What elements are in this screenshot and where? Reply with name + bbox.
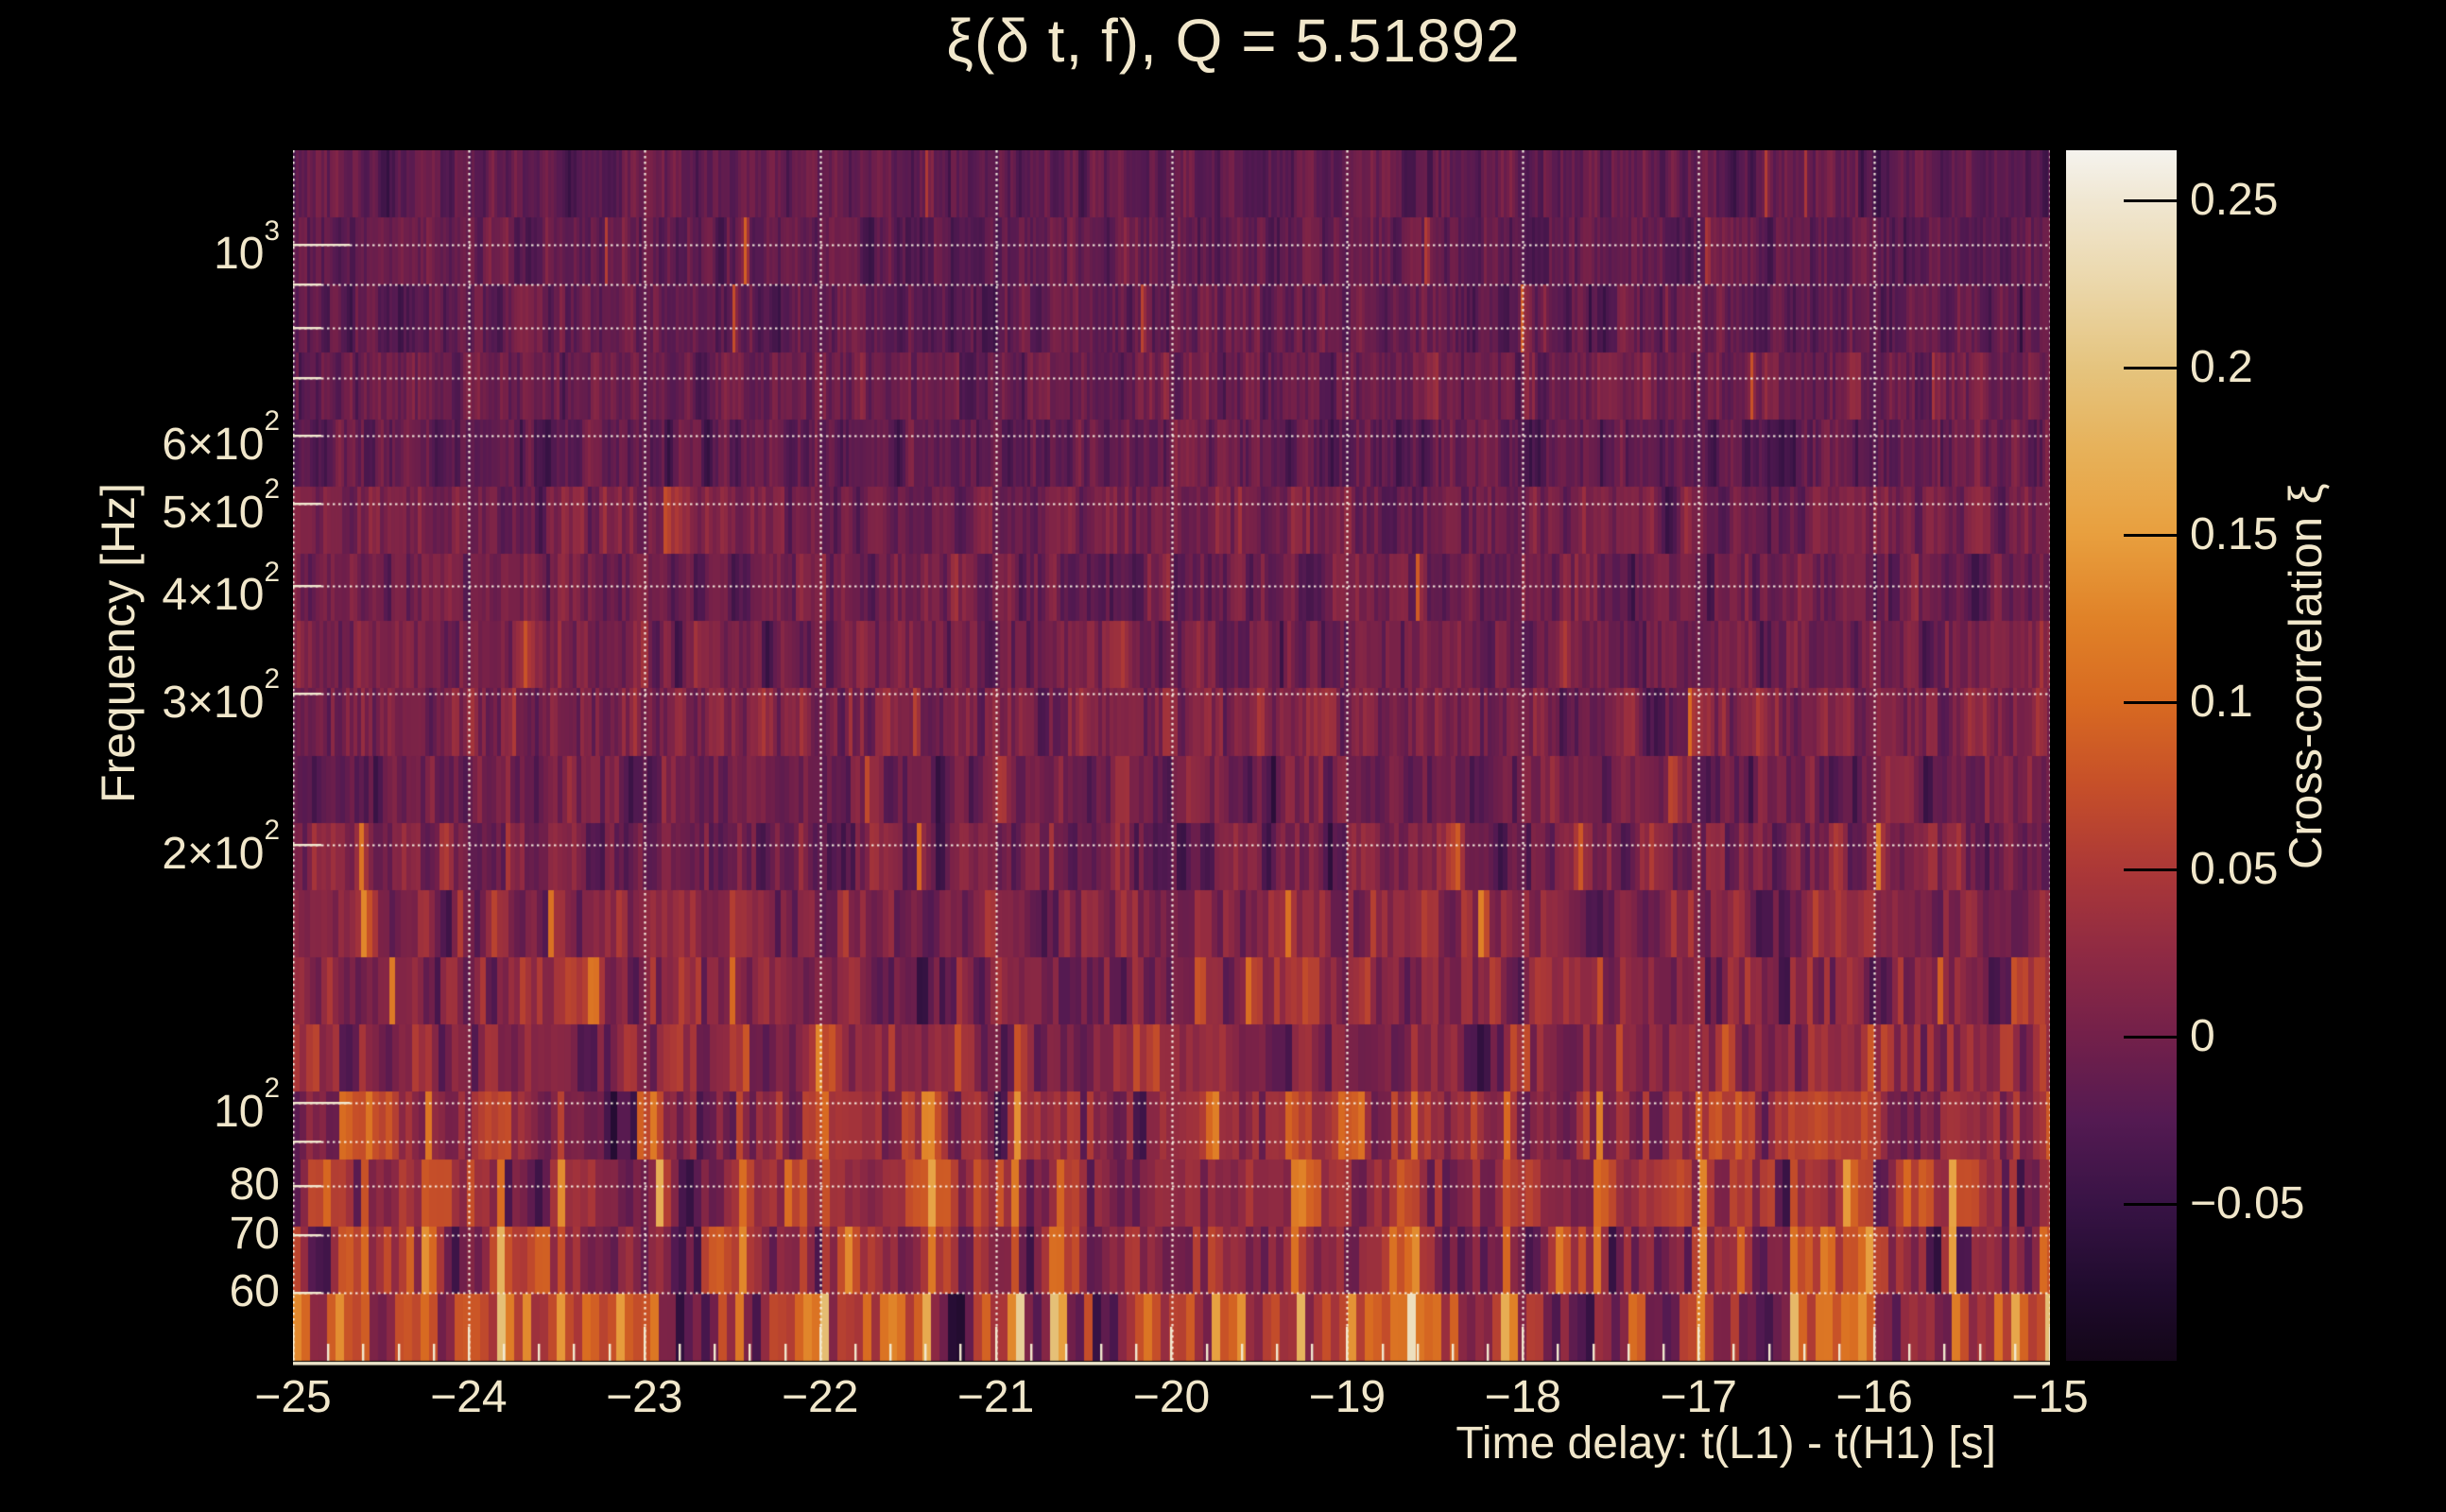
y-tick-label: 70 <box>38 1209 280 1260</box>
x-tick-label: −25 <box>198 1372 388 1423</box>
qtransform-figure: ξ(δ t, f), Q = 5.51892 Frequency [Hz] 10… <box>0 0 2446 1512</box>
y-tick-label: 5×102 <box>38 477 280 528</box>
colorbar-tickmark <box>2124 199 2177 202</box>
x-tick-label: −20 <box>1077 1372 1266 1423</box>
x-tick-label: −22 <box>726 1372 915 1423</box>
x-tick-label: −21 <box>902 1372 1091 1423</box>
heatmap-canvas <box>293 150 2050 1366</box>
y-tick-label: 60 <box>38 1266 280 1317</box>
y-tick-label: 80 <box>38 1160 280 1211</box>
colorbar-gradient <box>2066 150 2177 1361</box>
x-tick-label: −19 <box>1252 1372 1441 1423</box>
y-tick-label: 3×102 <box>38 667 280 718</box>
colorbar-tickmark <box>2124 868 2177 871</box>
y-tick-label: 2×102 <box>38 818 280 869</box>
colorbar-tickmark <box>2124 367 2177 369</box>
x-axis-title: Time delay: t(L1) - t(H1) [s] <box>1040 1418 1996 1469</box>
y-tick-label: 4×102 <box>38 559 280 610</box>
colorbar-tickmark <box>2124 701 2177 704</box>
colorbar-tickmark <box>2124 534 2177 537</box>
x-tick-label: −17 <box>1604 1372 1793 1423</box>
x-tick-label: −15 <box>1955 1372 2145 1423</box>
x-tick-label: −24 <box>374 1372 563 1423</box>
colorbar-tick-label: −0.05 <box>2190 1178 2436 1229</box>
colorbar-tickmark <box>2124 1203 2177 1206</box>
y-tick-label: 102 <box>38 1076 280 1127</box>
colorbar-tick-label: 0 <box>2190 1011 2436 1062</box>
colorbar-tickmark <box>2124 1036 2177 1039</box>
y-tick-label: 103 <box>38 218 280 269</box>
chart-title: ξ(δ t, f), Q = 5.51892 <box>293 6 2174 76</box>
y-tick-label: 6×102 <box>38 409 280 460</box>
x-tick-label: −23 <box>550 1372 739 1423</box>
x-tick-label: −16 <box>1780 1372 1969 1423</box>
colorbar-title: Cross-correlation ξ <box>2280 151 2333 869</box>
x-tick-label: −18 <box>1428 1372 1617 1423</box>
